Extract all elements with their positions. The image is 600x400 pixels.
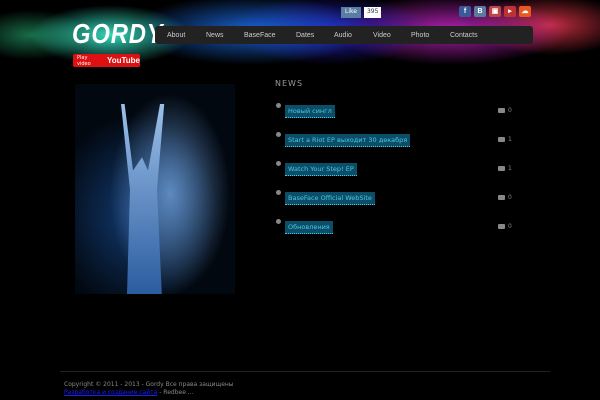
bullet-icon (276, 132, 281, 137)
nav-about[interactable]: About (167, 32, 185, 39)
artist-figure (121, 104, 165, 294)
vk-like-button[interactable]: Like (341, 7, 361, 18)
artist-photo (75, 84, 235, 294)
bullet-icon (276, 190, 281, 195)
comment-count[interactable]: 1 (498, 165, 512, 172)
vkontakte-icon[interactable]: B (474, 6, 486, 17)
main-nav: About News BaseFace Dates Audio Video Ph… (155, 26, 533, 44)
comment-count-value: 0 (508, 223, 512, 230)
bullet-icon (276, 103, 281, 108)
comment-count[interactable]: 0 (498, 223, 512, 230)
vk-like-count: 395 (363, 7, 382, 18)
copyright: Copyright © 2011 - 2013 - Gordy Все прав… (64, 381, 234, 388)
news-title-link[interactable]: BaseFace Official WebSite (285, 192, 375, 205)
nav-contacts[interactable]: Contacts (450, 32, 478, 39)
nav-audio[interactable]: Audio (334, 32, 352, 39)
comment-count-value: 0 (508, 194, 512, 201)
nav-photo[interactable]: Photo (411, 32, 429, 39)
vk-like-widget[interactable]: Like 395 (341, 7, 382, 18)
bullet-icon (276, 219, 281, 224)
comment-count[interactable]: 0 (498, 194, 512, 201)
youtube-logo: YouTube (106, 56, 140, 65)
comment-icon (498, 108, 505, 113)
comment-icon (498, 166, 505, 171)
news-heading: NEWS (275, 79, 304, 88)
news-title-link[interactable]: Start a Riot EP выходит 30 декабря (285, 134, 411, 147)
news-title-link[interactable]: Watch Your Step! EP (285, 163, 357, 176)
comment-count[interactable]: 1 (498, 136, 512, 143)
developer-name: - Redbee ... (157, 389, 194, 396)
footer-divider (60, 371, 550, 372)
play-video-label: Play video (77, 54, 91, 67)
footer: Copyright © 2011 - 2013 - Gordy Все прав… (64, 381, 234, 397)
facebook-icon[interactable]: f (459, 6, 471, 17)
soundcloud-icon[interactable]: ☁ (519, 6, 531, 17)
comment-icon (498, 195, 505, 200)
developer-link[interactable]: Разработка и создание сайта (64, 389, 157, 396)
comment-count[interactable]: 0 (498, 107, 512, 114)
news-title-link[interactable]: Обновления (285, 221, 333, 234)
nav-baseface[interactable]: BaseFace (244, 32, 276, 39)
logo[interactable]: GORDY (72, 18, 164, 50)
comment-icon (498, 224, 505, 229)
nav-dates[interactable]: Dates (296, 32, 314, 39)
bullet-icon (276, 161, 281, 166)
nav-video[interactable]: Video (373, 32, 391, 39)
youtube-icon[interactable]: ▣ (489, 6, 501, 17)
play-icon[interactable]: ▸ (504, 6, 516, 17)
youtube-play-button[interactable]: Play video YouTube (73, 54, 140, 67)
comment-count-value: 0 (508, 107, 512, 114)
news-title-link[interactable]: Новый сингл (285, 105, 335, 118)
nav-news[interactable]: News (206, 32, 224, 39)
comment-icon (498, 137, 505, 142)
comment-count-value: 1 (508, 165, 512, 172)
comment-count-value: 1 (508, 136, 512, 143)
